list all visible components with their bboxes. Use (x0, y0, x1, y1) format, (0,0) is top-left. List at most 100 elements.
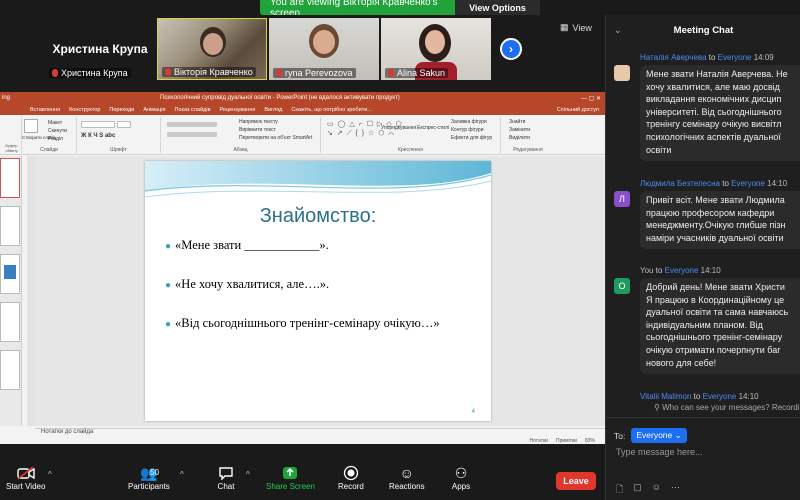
thumbnail-scrollbar[interactable] (27, 156, 35, 426)
ppt-tab[interactable]: Показ слайдів (174, 107, 210, 113)
bullet-text: «Мене звати ____________». (175, 238, 329, 252)
participants-count: 50 (150, 468, 159, 477)
reactions-button[interactable]: ☺ Reactions (389, 464, 425, 491)
ppt-tab[interactable]: Переходи (109, 107, 134, 113)
video-tile[interactable]: Alina Sakun (381, 18, 491, 80)
notes-toggle[interactable]: Нотатки (530, 438, 548, 444)
notes-pane[interactable]: Нотатки до слайда (35, 428, 605, 438)
ppt-window-title: Психологічний супровід дуальної освіти -… (160, 95, 400, 101)
slide-thumbnail[interactable] (0, 254, 20, 294)
chat-input[interactable]: Type message here... (616, 447, 703, 457)
ribbon-group-clipboard: Буфер обміну (2, 117, 22, 153)
bullet-text: «Від сьогоднішнього тренінг-семінару очі… (175, 316, 440, 330)
person-face (425, 30, 445, 54)
font-format-buttons[interactable]: Ж К Ч S abc (81, 133, 115, 139)
section-button[interactable]: Розділ (48, 136, 63, 142)
message-body: Привіт всіт. Мене звати Людмила працюю п… (640, 191, 800, 249)
muted-mic-icon (388, 69, 394, 77)
arrange-button[interactable]: Упорядкування (381, 125, 416, 131)
smartart-button[interactable]: Перетворити на об'єкт SmartArt (239, 135, 312, 141)
muted-mic-icon (52, 69, 58, 77)
video-tile[interactable]: ryna Perevozova (269, 18, 379, 80)
slide-thumbnail[interactable] (0, 206, 20, 246)
ppt-share-button[interactable]: Спільний доступ (557, 107, 605, 113)
comments-toggle[interactable]: Примітки (556, 438, 577, 444)
ppt-tell-me[interactable]: Скажіть, що потрібно зробити... (291, 107, 371, 113)
screenshot-icon[interactable]: ▢ (633, 482, 642, 498)
message-to: to (655, 266, 663, 275)
next-page-button[interactable]: › (500, 38, 522, 60)
shape-fill-button[interactable]: Заливка фігури (451, 119, 487, 125)
view-button[interactable]: ▦ View (560, 22, 592, 33)
find-button[interactable]: Знайти (509, 119, 525, 125)
recipient-select[interactable]: Everyone ⌄ (631, 428, 687, 443)
font-size-field[interactable] (117, 121, 131, 128)
ppt-tab[interactable]: Анімація (143, 107, 165, 113)
ppt-tab[interactable]: Вигляд (264, 107, 282, 113)
message-recipient: Everyone (731, 179, 765, 188)
message-body: Добрий день! Мене звати Христи Я працюю … (640, 278, 800, 374)
emoji-icon[interactable]: ☺ (652, 482, 661, 498)
start-video-label: Start Video (6, 482, 46, 491)
window-controls[interactable]: — ▢ ✕ (581, 95, 605, 102)
ppt-tab[interactable]: Рецензування (220, 107, 256, 113)
share-screen-button[interactable]: Share Screen (266, 464, 315, 491)
ribbon-group-label: Абзац (233, 147, 248, 153)
message-recipient: Everyone (702, 392, 737, 401)
select-button[interactable]: Виділити (509, 135, 530, 141)
layout-button[interactable]: Макет (48, 120, 62, 126)
bullet-icon: ● (165, 319, 172, 330)
text-direction-button[interactable]: Напрямок тексту (239, 119, 278, 125)
start-video-button[interactable]: Start Video (6, 464, 45, 491)
reset-button[interactable]: Скинути (48, 128, 67, 134)
leave-button[interactable]: Leave (556, 472, 596, 490)
slide-thumbnail[interactable] (0, 302, 20, 342)
grid-icon: ▦ (560, 22, 569, 32)
ppt-status-bar: Нотатки Примітки 83% (0, 438, 605, 444)
ribbon-group-slides: Створити слайд Макет Скинути Розділ Слай… (22, 117, 77, 153)
more-icon[interactable]: ⋯ (671, 482, 680, 498)
message-time: 14:10 (767, 179, 788, 188)
list-buttons[interactable] (167, 122, 217, 127)
slide-thumbnail[interactable] (0, 158, 20, 198)
quick-styles-button[interactable]: Експрес-стилі (417, 125, 449, 131)
replace-button[interactable]: Замінити (509, 127, 530, 133)
message-sender: Людмила Безтелесна (640, 179, 720, 188)
video-options-caret[interactable]: ^ (48, 470, 52, 479)
apps-button[interactable]: ⚇ Apps (451, 464, 471, 492)
slide-number: 4 (471, 409, 475, 415)
file-icon[interactable]: 🗋 (616, 482, 623, 498)
video-tile[interactable]: Вікторія Кравченко (157, 18, 267, 80)
ppt-tab[interactable]: Конструктор (69, 107, 100, 113)
align-text-button[interactable]: Вирівнити текст (239, 127, 276, 133)
message-header: You to Everyone 14:10 (640, 266, 721, 275)
message-visibility-info[interactable]: ⚲ Who can see your messages? Recordi (654, 403, 800, 412)
person-face (203, 33, 223, 55)
chevron-right-icon: › (509, 42, 513, 56)
message-sender: Наталія Аверчева (640, 53, 707, 62)
shape-effects-button[interactable]: Ефекти для фігур (451, 135, 492, 141)
avatar: Л (614, 191, 630, 207)
video-tile[interactable]: Христина Крупа Христина Крупа (45, 18, 155, 80)
message-sender: You (640, 266, 654, 275)
ribbon-group-label: Редагування (513, 147, 543, 153)
chat-options-caret[interactable]: ^ (246, 470, 250, 479)
message-recipient: Everyone (664, 266, 699, 275)
slide-thumbnail[interactable] (0, 350, 20, 390)
message-to: to (708, 53, 716, 62)
participants-options-caret[interactable]: ^ (180, 470, 184, 479)
current-slide: Знайомство: ● «Мене звати ____________». … (145, 161, 491, 421)
slide-title: Знайомство: (259, 205, 377, 227)
message-recipient: Everyone (717, 53, 752, 62)
chat-button[interactable]: Chat (216, 464, 236, 491)
new-slide-icon[interactable] (24, 119, 38, 133)
ppt-tab[interactable]: Вставлення (30, 107, 60, 113)
shape-outline-button[interactable]: Контур фігури (451, 127, 483, 133)
align-buttons[interactable] (167, 132, 217, 137)
font-name-field[interactable] (81, 121, 115, 128)
zoom-level[interactable]: 83% (585, 438, 595, 444)
view-options-button[interactable]: View Options (455, 0, 540, 15)
participants-button[interactable]: 👥 50 Participants (128, 464, 170, 492)
record-button[interactable]: Record (338, 464, 364, 491)
record-label: Record (338, 482, 364, 491)
